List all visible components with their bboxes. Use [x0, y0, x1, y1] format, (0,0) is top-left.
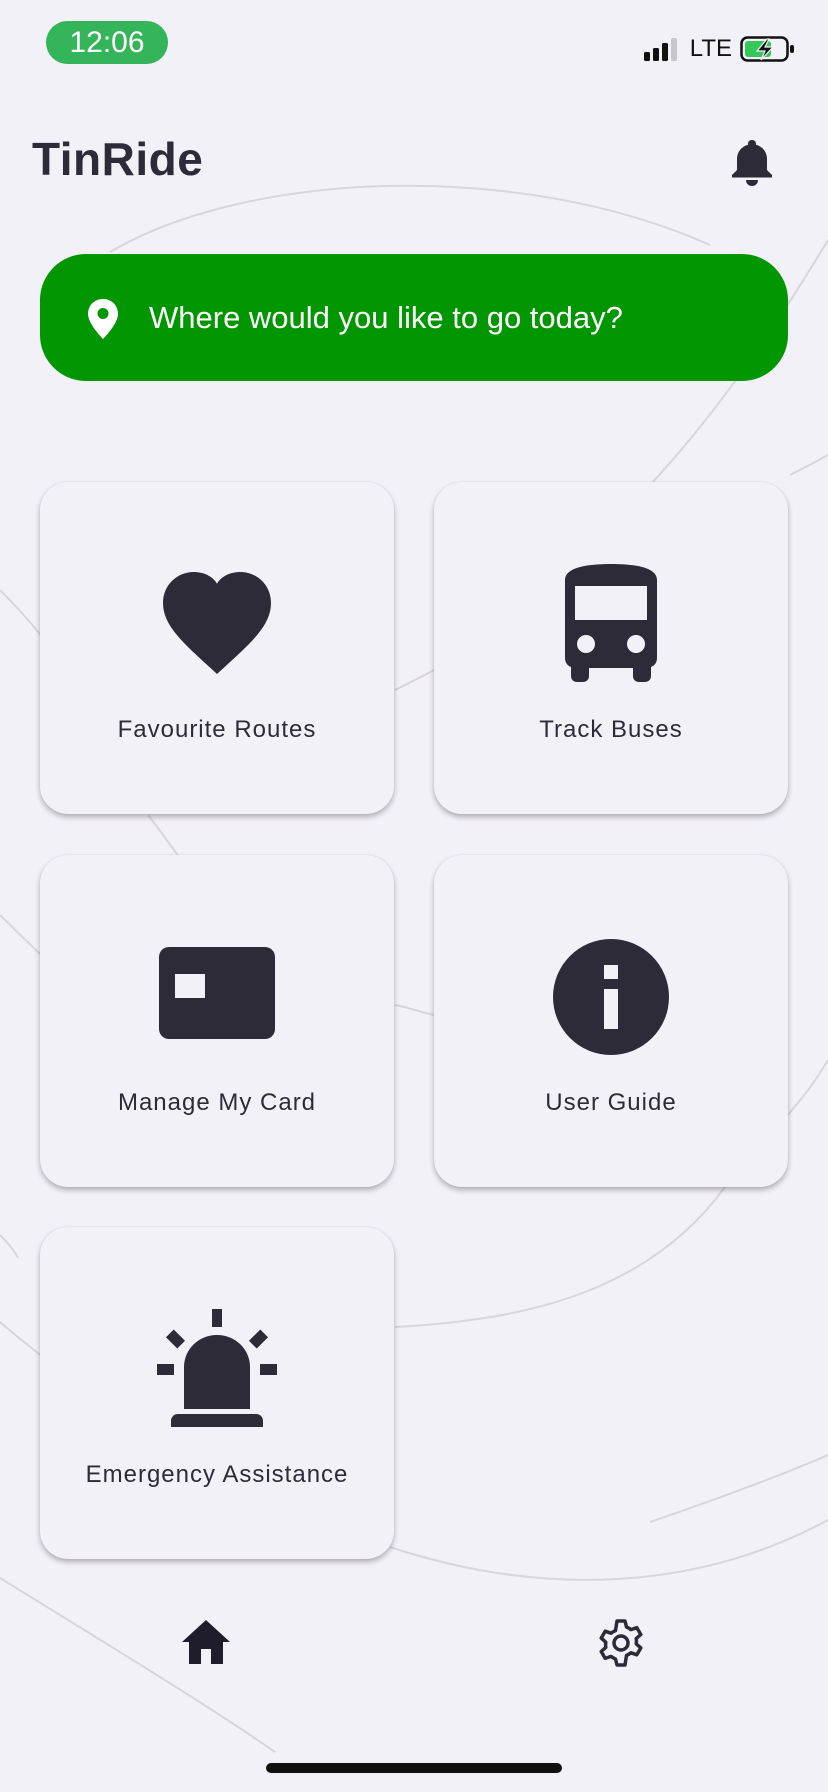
- home-icon[interactable]: [181, 1619, 231, 1665]
- info-icon: [553, 939, 669, 1055]
- bus-icon: [565, 564, 657, 682]
- tile-label: Emergency Assistance: [85, 1461, 349, 1488]
- app-screen: 12:06 LTE TinRide Where would you like t…: [0, 0, 828, 1792]
- tile-label: Track Buses: [539, 716, 683, 743]
- cellular-signal-icon: [643, 38, 677, 61]
- battery-charging-icon: [740, 36, 794, 62]
- tile-label: User Guide: [545, 1089, 677, 1116]
- app-title: TinRide: [32, 133, 204, 185]
- location-pin-icon: [88, 299, 118, 339]
- status-time: 12:06: [46, 21, 168, 64]
- network-type: LTE: [689, 35, 732, 62]
- tile-track-buses[interactable]: Track Buses: [434, 482, 788, 814]
- tile-favourite-routes[interactable]: Favourite Routes: [40, 482, 394, 814]
- search-placeholder: Where would you like to go today?: [149, 300, 623, 335]
- tile-label: Manage My Card: [117, 1089, 317, 1116]
- tile-emergency-assistance[interactable]: Emergency Assistance: [40, 1227, 394, 1559]
- card-icon: [159, 947, 275, 1039]
- tile-manage-my-card[interactable]: Manage My Card: [40, 855, 394, 1187]
- status-indicators: LTE: [643, 34, 796, 64]
- tile-label: Favourite Routes: [117, 716, 317, 743]
- home-indicator: [266, 1763, 562, 1773]
- heart-icon: [163, 572, 271, 674]
- gear-icon[interactable]: [597, 1619, 645, 1667]
- tile-user-guide[interactable]: User Guide: [434, 855, 788, 1187]
- siren-icon: [157, 1309, 277, 1427]
- bell-icon[interactable]: [729, 138, 775, 186]
